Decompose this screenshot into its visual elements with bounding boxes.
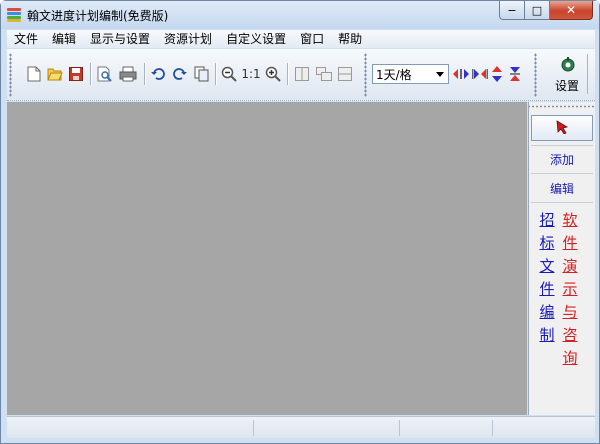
toolbar-grip[interactable] — [364, 53, 367, 97]
collapse-horizontal-icon[interactable] — [471, 65, 489, 83]
bidding-document-link[interactable]: 招标文件编制 — [539, 209, 555, 347]
menu-bar: 文件 编辑 显示与设置 资源计划 自定义设置 窗口 帮助 — [7, 30, 595, 48]
toolbar-separator — [144, 63, 145, 85]
time-scale-select[interactable]: 1天/格 — [372, 64, 449, 84]
new-file-icon[interactable] — [25, 65, 43, 83]
maximize-button[interactable]: □ — [525, 1, 550, 20]
undo-icon[interactable] — [149, 65, 167, 83]
expand-horizontal-icon[interactable] — [452, 65, 470, 83]
tile-icon[interactable] — [336, 65, 354, 83]
split-view-icon[interactable] — [293, 65, 311, 83]
minimize-icon: − — [507, 3, 517, 17]
settings-button[interactable]: 设置 — [552, 54, 582, 96]
app-logo-icon — [7, 8, 21, 22]
menu-resource-plan[interactable]: 资源计划 — [157, 30, 219, 48]
panel-divider — [531, 202, 593, 203]
close-icon: ✕ — [565, 3, 577, 17]
menu-edit[interactable]: 编辑 — [45, 30, 83, 48]
settings-label: 设置 — [554, 79, 579, 93]
chevron-down-icon[interactable] — [431, 65, 448, 83]
app-window: 翰文进度计划编制(免费版) − □ ✕ 文件 编辑 显示与设置 资源计划 自定义… — [0, 0, 600, 444]
collapse-vertical-icon[interactable] — [506, 65, 524, 83]
copy-icon[interactable] — [193, 65, 211, 83]
zoom-reset-label: 1:1 — [241, 67, 261, 81]
panel-divider — [531, 145, 593, 146]
software-demo-link[interactable]: 软件演示与咨询 — [562, 209, 578, 370]
side-panel: 添加 编辑 招标文件编制 软件演示与咨询 — [528, 102, 595, 415]
status-bar — [7, 416, 595, 438]
minimize-button[interactable]: − — [499, 1, 525, 20]
title-bar: 翰文进度计划编制(免费版) − □ ✕ — [1, 1, 599, 29]
cursor-arrow-icon — [555, 119, 569, 137]
open-folder-icon[interactable] — [46, 65, 64, 83]
zoom-reset-button[interactable]: 1:1 — [241, 65, 261, 83]
menu-display-settings[interactable]: 显示与设置 — [83, 30, 157, 48]
menu-window[interactable]: 窗口 — [293, 30, 331, 48]
status-pane — [492, 420, 493, 436]
workspace-canvas[interactable] — [7, 102, 527, 415]
toolbar-grip[interactable] — [9, 53, 12, 97]
window-controls: − □ ✕ — [499, 1, 593, 21]
edit-button[interactable]: 编辑 — [529, 180, 595, 197]
zoom-out-icon[interactable] — [220, 65, 238, 83]
menu-custom-settings[interactable]: 自定义设置 — [219, 30, 293, 48]
overflow-toolbar-button[interactable] — [587, 54, 597, 96]
toolbar: 1:1 1天/格 设置 — [7, 49, 595, 101]
toolbar-separator — [90, 63, 91, 85]
time-scale-value: 1天/格 — [376, 67, 412, 82]
menu-help[interactable]: 帮助 — [331, 30, 369, 48]
pointer-tool-button[interactable] — [531, 115, 593, 141]
status-pane — [399, 420, 400, 436]
expand-vertical-icon[interactable] — [488, 65, 506, 83]
add-button[interactable]: 添加 — [529, 151, 595, 168]
panel-divider — [531, 173, 593, 174]
cascade-icon[interactable] — [315, 65, 333, 83]
status-pane — [253, 420, 254, 436]
menu-file[interactable]: 文件 — [7, 30, 45, 48]
toolbar-grip[interactable] — [534, 53, 537, 97]
window-title: 翰文进度计划编制(免费版) — [27, 9, 169, 23]
save-icon[interactable] — [67, 65, 85, 83]
print-preview-icon[interactable] — [96, 65, 114, 83]
redo-icon[interactable] — [171, 65, 189, 83]
toolbar-separator — [215, 63, 216, 85]
settings-icon — [560, 57, 576, 76]
panel-grip[interactable] — [529, 102, 595, 114]
print-icon[interactable] — [119, 65, 137, 83]
toolbar-separator — [287, 63, 288, 85]
close-button[interactable]: ✕ — [550, 1, 593, 20]
maximize-icon: □ — [531, 3, 543, 17]
zoom-in-icon[interactable] — [264, 65, 282, 83]
